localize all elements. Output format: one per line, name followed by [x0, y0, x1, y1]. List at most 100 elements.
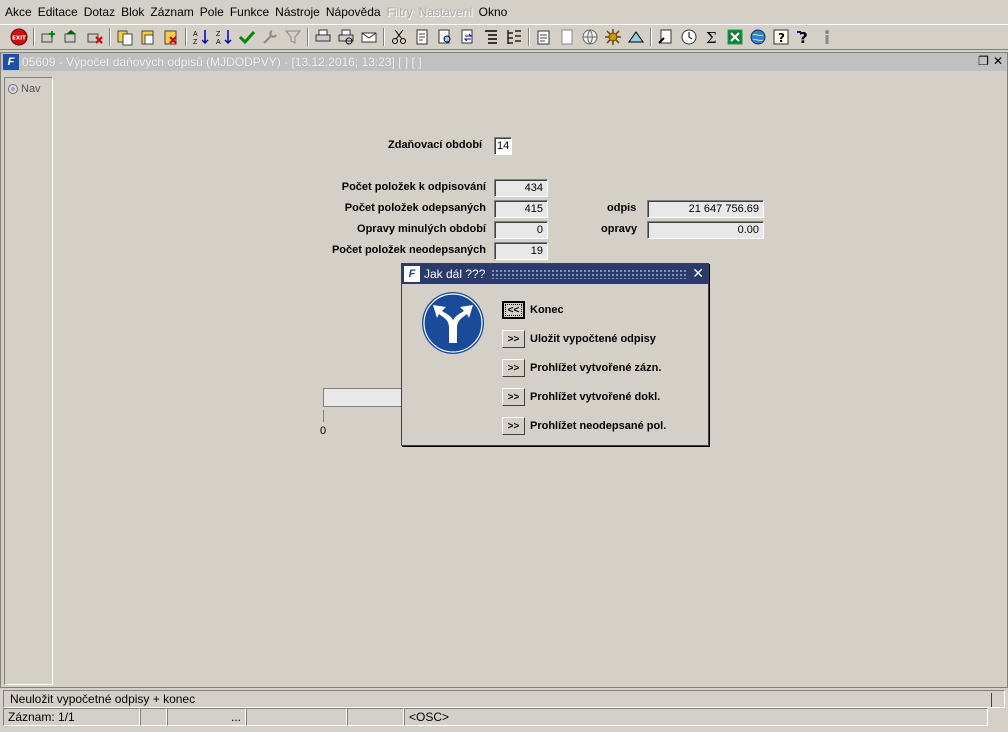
copy-icon[interactable]	[114, 26, 136, 48]
items-depreciated-label: Počet položek odepsaných	[344, 202, 486, 214]
status-cell-2	[140, 708, 167, 726]
svg-text:A: A	[216, 39, 221, 46]
tools-icon[interactable]	[259, 26, 281, 48]
toolbar: EXIT A Z Z A Σ??	[0, 24, 1008, 50]
status-cell-5	[347, 708, 404, 726]
svg-text:Z: Z	[216, 31, 221, 38]
dialog-titlebar: F Jak dál ??? ✕	[402, 264, 708, 284]
sort-desc-icon[interactable]: ZA	[213, 26, 235, 48]
toolbar-separator	[381, 26, 387, 48]
save-depreciation-button[interactable]: >>	[502, 330, 525, 348]
menu-editace[interactable]: Editace	[37, 0, 83, 24]
toolbar-separator	[526, 26, 532, 48]
find-icon[interactable]	[434, 26, 456, 48]
chart-icon[interactable]	[625, 26, 647, 48]
browse-documents-button[interactable]: >>	[502, 388, 525, 406]
titlebar-grip	[491, 269, 686, 279]
menu-dotaz[interactable]: Dotaz	[83, 0, 120, 24]
help-globe-icon[interactable]	[747, 26, 769, 48]
tree-icon[interactable]	[503, 26, 525, 48]
window-controls: ❐ ✕	[978, 54, 1003, 68]
items-not-depreciated-label: Počet položek neodepsaných	[331, 244, 486, 256]
commit-icon[interactable]	[236, 26, 258, 48]
end-button[interactable]: <<	[502, 301, 525, 319]
menu-okno[interactable]: Okno	[478, 0, 513, 24]
dialog-close-icon[interactable]: ✕	[692, 265, 704, 282]
menu-napoveda[interactable]: Nápověda	[325, 0, 386, 24]
odpis-field[interactable]: 21 647 756.69	[647, 200, 764, 218]
insert-record-icon[interactable]	[38, 26, 60, 48]
status-message: Neuložit vypočetné odpisy + konec	[10, 692, 196, 706]
info-icon[interactable]	[816, 26, 838, 48]
radio-icon	[8, 84, 18, 94]
menu-funkce[interactable]: Funkce	[229, 0, 274, 24]
mode-indicator: <OSC>	[404, 708, 988, 726]
app-logo-icon: F	[3, 54, 19, 70]
opravy-field[interactable]: 0.00	[647, 221, 764, 239]
list-icon[interactable]	[480, 26, 502, 48]
toolbar-separator	[31, 26, 37, 48]
menu-bar: Akce Editace Dotaz Blok Záznam Pole Funk…	[0, 0, 1008, 24]
items-depreciated-field[interactable]: 415	[494, 200, 548, 218]
menu-nastroje[interactable]: Nástroje	[274, 0, 325, 24]
toolbar-separator	[648, 26, 654, 48]
corrections-field[interactable]: 0	[494, 221, 548, 239]
exit-icon[interactable]: EXIT	[8, 26, 30, 48]
progress-bar	[323, 388, 403, 407]
clear-icon[interactable]	[160, 26, 182, 48]
menu-blok[interactable]: Blok	[120, 0, 149, 24]
end-label: Konec	[530, 304, 564, 316]
browse-records-button[interactable]: >>	[502, 359, 525, 377]
sum-icon[interactable]: Σ	[701, 26, 723, 48]
paste-icon[interactable]	[137, 26, 159, 48]
items-to-depreciate-field[interactable]: 434	[494, 179, 548, 197]
restore-icon[interactable]: ❐	[978, 54, 989, 68]
window-titlebar: F 05609 - Výpočet daňových odpisů (MJDOD…	[1, 53, 1007, 71]
mail-icon[interactable]	[358, 26, 380, 48]
delete-record-icon[interactable]	[84, 26, 106, 48]
browse-documents-label: Prohlížet vytvořené dokl.	[530, 391, 661, 403]
browse-undepreciated-button[interactable]: >>	[502, 417, 525, 435]
edit-icon[interactable]	[411, 26, 433, 48]
clock-icon[interactable]	[678, 26, 700, 48]
status-bar: Záznam: 1/1 ... <OSC>	[3, 708, 1005, 726]
attachment-icon[interactable]	[556, 26, 578, 48]
fork-arrow-sign-icon	[422, 292, 484, 354]
svg-text:Z: Z	[193, 39, 198, 46]
browse-undepreciated-label: Prohlížet neodepsané pol.	[530, 420, 667, 432]
menu-filtry: Filtry	[386, 5, 413, 19]
nav-button[interactable]: Nav	[8, 83, 41, 95]
print-preview-icon[interactable]	[335, 26, 357, 48]
window-title: 05609 - Výpočet daňových odpisů (MJDODPV…	[22, 55, 422, 69]
browse-records-label: Prohlížet vytvořené zázn.	[530, 362, 662, 374]
menu-zaznam[interactable]: Záznam	[149, 0, 198, 24]
close-icon[interactable]: ✕	[993, 54, 1003, 68]
report-icon[interactable]	[655, 26, 677, 48]
period-label: Zdaňovací období	[388, 139, 483, 151]
status-cell-3: ...	[167, 708, 246, 726]
odpis-label: odpis	[607, 202, 637, 214]
next-step-dialog: F Jak dál ??? ✕ << Konec >> Uložit vypoč…	[401, 263, 709, 446]
cut-icon[interactable]	[388, 26, 410, 48]
replace-icon[interactable]	[457, 26, 479, 48]
duplicate-record-icon[interactable]	[61, 26, 83, 48]
globe-icon[interactable]	[579, 26, 601, 48]
document-icon[interactable]	[533, 26, 555, 48]
toolbar-separator	[305, 26, 311, 48]
period-input[interactable]: 14	[494, 137, 512, 155]
menu-pole[interactable]: Pole	[199, 0, 229, 24]
items-not-depreciated-field[interactable]: 19	[494, 242, 548, 260]
question-icon[interactable]: ?	[770, 26, 792, 48]
message-bar: Neuložit vypočetné odpisy + konec	[3, 690, 1005, 708]
menu-akce[interactable]: Akce	[4, 0, 37, 24]
dialog-title: Jak dál ???	[424, 267, 486, 281]
progress-tick-label: 0	[320, 425, 327, 437]
context-help-icon[interactable]: ?	[793, 26, 815, 48]
save-depreciation-label: Uložit vypočtené odpisy	[530, 333, 656, 345]
print-icon[interactable]	[312, 26, 334, 48]
progress-tick	[323, 410, 324, 422]
filter-icon[interactable]	[282, 26, 304, 48]
sort-asc-icon[interactable]: AZ	[190, 26, 212, 48]
settings-icon[interactable]	[602, 26, 624, 48]
excel-icon[interactable]	[724, 26, 746, 48]
